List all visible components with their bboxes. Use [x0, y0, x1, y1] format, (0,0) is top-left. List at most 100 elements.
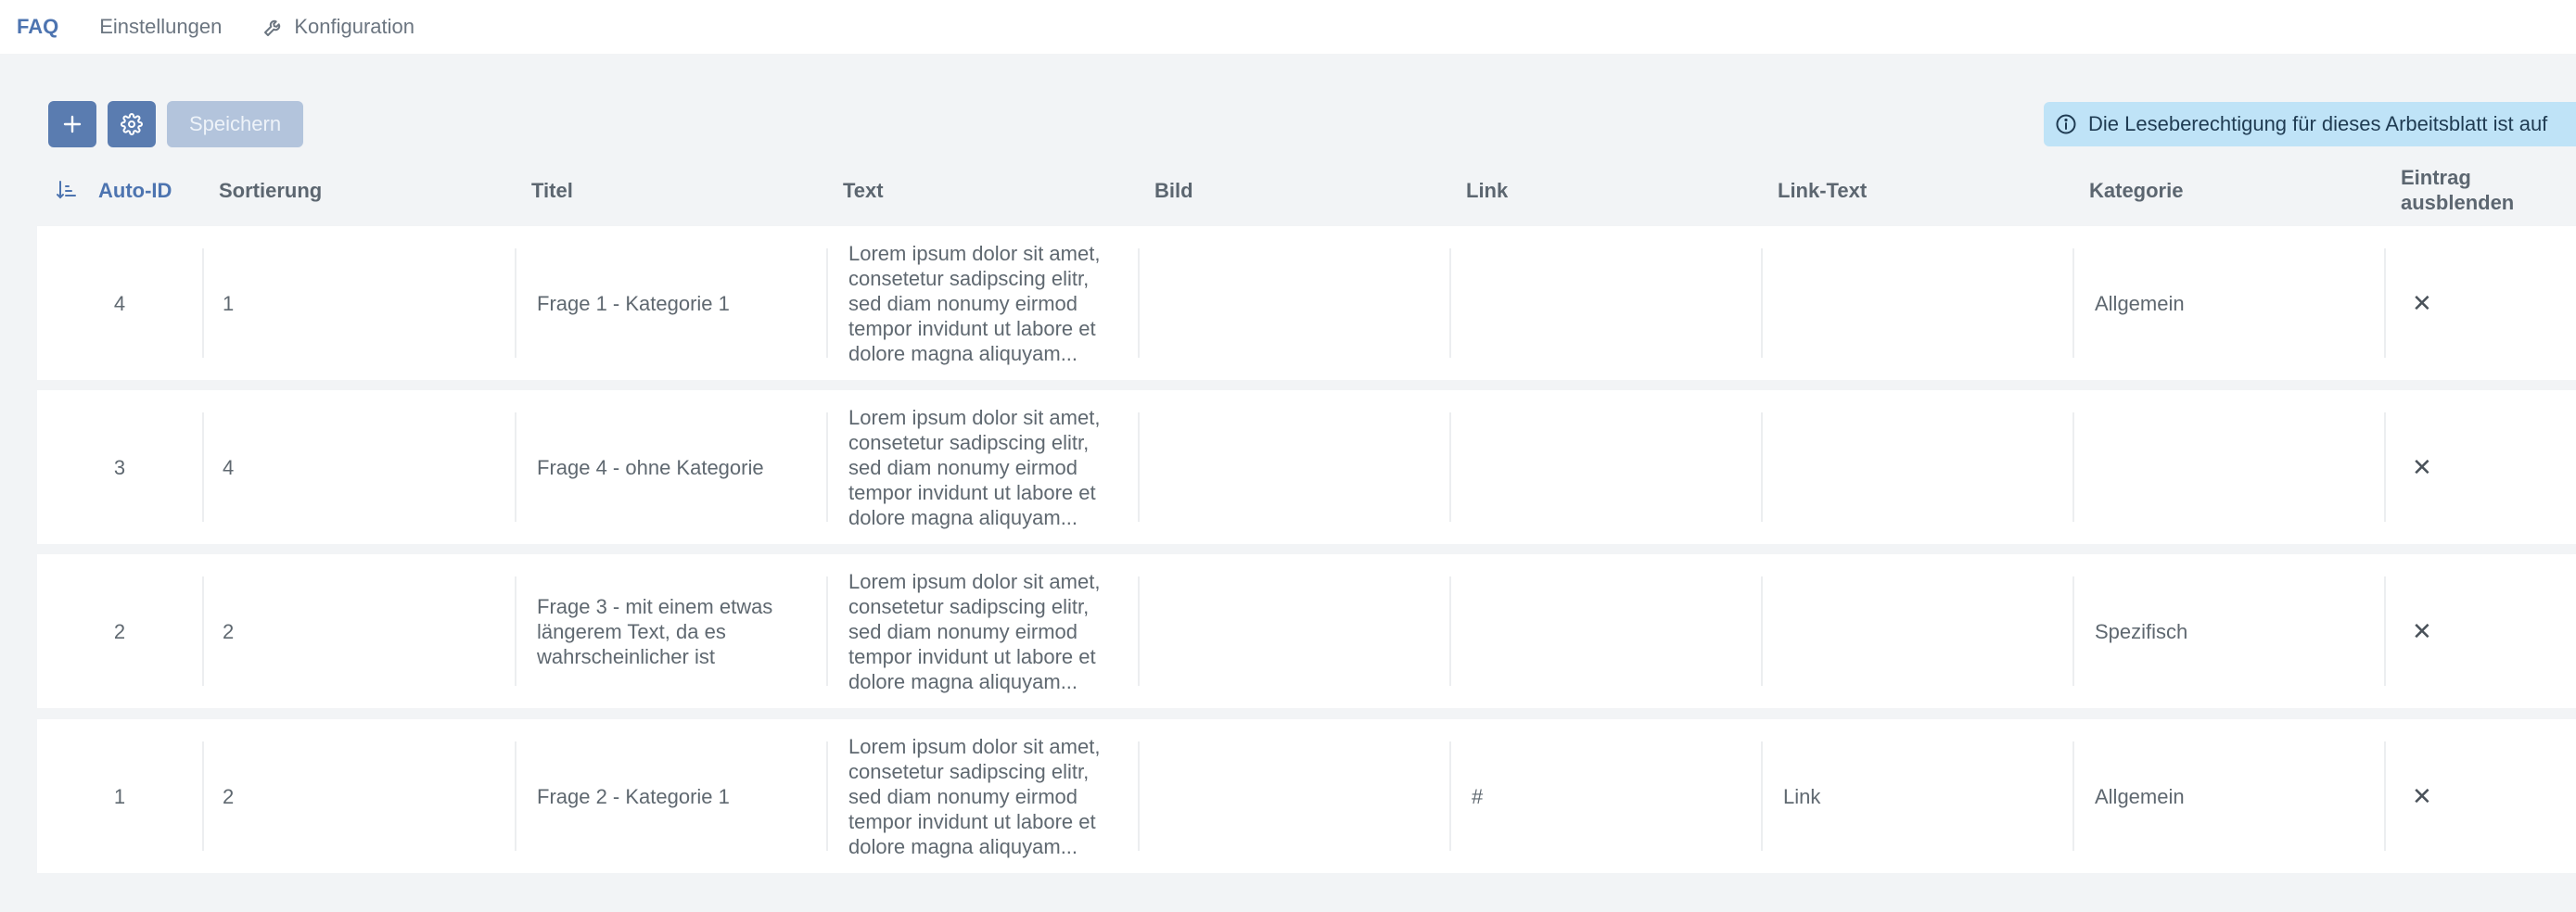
- cell-kategorie[interactable]: Allgemein: [2072, 719, 2384, 873]
- column-label-text: Text: [843, 178, 884, 202]
- cell-link-text[interactable]: Link: [1761, 719, 2072, 873]
- column-header-titel[interactable]: Titel: [531, 158, 573, 222]
- cell-bild[interactable]: [1138, 390, 1449, 544]
- cell-text-value: Lorem ipsum dolor sit amet, consetetur s…: [848, 569, 1101, 693]
- cell-bild[interactable]: [1138, 554, 1449, 708]
- cell-titel[interactable]: Frage 3 - mit einem etwas längerem Text,…: [515, 554, 826, 708]
- settings-button[interactable]: [108, 101, 156, 147]
- table-header: Auto-ID Sortierung Titel Text Bild Link …: [37, 158, 2576, 222]
- column-header-link[interactable]: Link: [1466, 158, 1508, 222]
- cell-auto-id[interactable]: 3: [37, 390, 202, 544]
- cell-link[interactable]: [1449, 390, 1761, 544]
- cell-titel[interactable]: Frage 1 - Kategorie 1: [515, 226, 826, 380]
- cell-titel-value: Frage 1 - Kategorie 1: [537, 291, 730, 315]
- column-label-kategorie: Kategorie: [2089, 178, 2184, 202]
- wrench-icon: [264, 19, 281, 36]
- cell-sortierung[interactable]: 2: [202, 719, 515, 873]
- tab-einstellungen-label: Einstellungen: [99, 15, 223, 38]
- close-icon: ✕: [2412, 452, 2432, 481]
- cell-sortierung-value: 2: [223, 784, 235, 808]
- cell-titel[interactable]: Frage 4 - ohne Kategorie: [515, 390, 826, 544]
- link-value: #: [1472, 784, 1484, 808]
- cell-kategorie-value: Spezifisch: [2095, 619, 2188, 643]
- cell-link-text-value: Link: [1783, 784, 1821, 808]
- cell-text[interactable]: Lorem ipsum dolor sit amet, consetetur s…: [826, 719, 1138, 873]
- toolbar: Speichern: [48, 101, 304, 147]
- column-label-auto-id: Auto-ID: [98, 178, 172, 202]
- cell-auto-id-value: 1: [113, 784, 126, 808]
- plus-icon: [63, 115, 82, 133]
- cell-text-value: Lorem ipsum dolor sit amet, consetetur s…: [848, 241, 1101, 365]
- cell-eintrag-ausblenden[interactable]: ✕: [2384, 390, 2576, 544]
- cell-auto-id[interactable]: 1: [37, 719, 202, 873]
- tab-einstellungen[interactable]: Einstellungen: [99, 15, 222, 39]
- column-label-link-text: Link-Text: [1778, 178, 1868, 202]
- column-header-bild[interactable]: Bild: [1154, 158, 1193, 222]
- tab-konfiguration-label: Konfiguration: [294, 15, 414, 38]
- cell-kategorie[interactable]: Spezifisch: [2072, 554, 2384, 708]
- table-row[interactable]: 2 2 Frage 3 - mit einem etwas längerem Tex…: [37, 554, 2576, 708]
- cell-bild[interactable]: [1138, 719, 1449, 873]
- cell-link[interactable]: #: [1449, 719, 1761, 873]
- close-icon: ✕: [2412, 781, 2432, 810]
- add-button[interactable]: [48, 101, 96, 147]
- tab-faq-label: FAQ: [17, 15, 59, 38]
- cell-text[interactable]: Lorem ipsum dolor sit amet, consetetur s…: [826, 226, 1138, 380]
- cell-eintrag-ausblenden[interactable]: ✕: [2384, 226, 2576, 380]
- tab-faq[interactable]: FAQ: [17, 15, 58, 39]
- cell-kategorie-value: Allgemein: [2095, 784, 2185, 808]
- column-label-link: Link: [1466, 178, 1509, 202]
- cell-text[interactable]: Lorem ipsum dolor sit amet, consetetur s…: [826, 390, 1138, 544]
- cell-eintrag-ausblenden[interactable]: ✕: [2384, 554, 2576, 708]
- top-nav: FAQ Einstellungen Konfiguration: [0, 0, 2576, 54]
- cell-kategorie[interactable]: [2072, 390, 2384, 544]
- cell-titel-value: Frage 3 - mit einem etwas längerem Text,…: [537, 594, 773, 668]
- column-header-sortierung[interactable]: Sortierung: [219, 158, 322, 222]
- cell-auto-id[interactable]: 2: [37, 554, 202, 708]
- cell-titel-value: Frage 4 - ohne Kategorie: [537, 455, 764, 479]
- column-header-kategorie[interactable]: Kategorie: [2089, 158, 2183, 222]
- cell-text[interactable]: Lorem ipsum dolor sit amet, consetetur s…: [826, 554, 1138, 708]
- column-label-eintrag-ausblenden: Eintrag ausblenden: [2401, 166, 2515, 214]
- cell-link-text[interactable]: [1761, 226, 2072, 380]
- column-label-bild: Bild: [1154, 178, 1193, 202]
- cell-kategorie-value: Allgemein: [2095, 291, 2185, 315]
- cell-sortierung-value: 1: [223, 291, 235, 315]
- cell-link-text[interactable]: [1761, 554, 2072, 708]
- cell-link-text[interactable]: [1761, 390, 2072, 544]
- cell-link[interactable]: [1449, 226, 1761, 380]
- cell-sortierung-value: 2: [223, 619, 235, 643]
- cell-kategorie[interactable]: Allgemein: [2072, 226, 2384, 380]
- cell-link[interactable]: [1449, 554, 1761, 708]
- cell-auto-id-value: 4: [113, 291, 126, 315]
- table-row[interactable]: 3 4 Frage 4 - ohne Kategorie Lorem ipsum do…: [37, 390, 2576, 544]
- column-header-text[interactable]: Text: [843, 158, 884, 222]
- column-label-sortierung: Sortierung: [219, 178, 323, 202]
- cell-eintrag-ausblenden[interactable]: ✕: [2384, 719, 2576, 873]
- column-header-auto-id[interactable]: Auto-ID: [56, 158, 172, 222]
- table-row[interactable]: 4 1 Frage 1 - Kategorie 1 Lorem ipsum dolor…: [37, 226, 2576, 380]
- cell-auto-id[interactable]: 4: [37, 226, 202, 380]
- column-header-link-text[interactable]: Link-Text: [1778, 158, 1867, 222]
- cell-sortierung[interactable]: 1: [202, 226, 515, 380]
- cell-text-value: Lorem ipsum dolor sit amet, consetetur s…: [848, 405, 1101, 529]
- column-header-eintrag-ausblenden[interactable]: Eintrag ausblenden: [2401, 158, 2531, 222]
- table-row[interactable]: 1 2 Frage 2 - Kategorie 1 Lorem ipsum dolor…: [37, 719, 2576, 873]
- cell-auto-id-value: 3: [113, 455, 126, 479]
- info-icon: [2056, 114, 2076, 134]
- cell-bild[interactable]: [1138, 226, 1449, 380]
- close-icon: ✕: [2412, 288, 2432, 317]
- cell-titel-value: Frage 2 - Kategorie 1: [537, 784, 730, 808]
- save-button[interactable]: Speichern: [167, 101, 304, 147]
- info-banner: Die Leseberechtigung für dieses Arbeitsb…: [2044, 102, 2576, 146]
- gear-icon: [121, 113, 143, 135]
- column-label-titel: Titel: [531, 178, 573, 202]
- cell-sortierung[interactable]: 2: [202, 554, 515, 708]
- cell-auto-id-value: 2: [113, 619, 126, 643]
- info-banner-text: Die Leseberechtigung für dieses Arbeitsb…: [2088, 112, 2548, 135]
- cell-sortierung-value: 4: [223, 455, 235, 479]
- sort-ascending-icon: [57, 181, 76, 199]
- tab-konfiguration[interactable]: Konfiguration: [262, 15, 414, 39]
- cell-sortierung[interactable]: 4: [202, 390, 515, 544]
- cell-titel[interactable]: Frage 2 - Kategorie 1: [515, 719, 826, 873]
